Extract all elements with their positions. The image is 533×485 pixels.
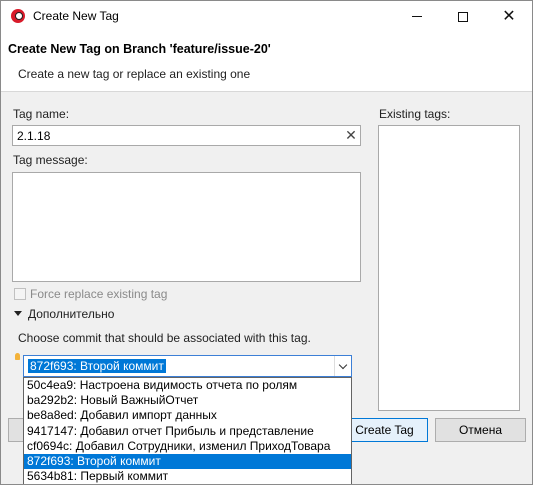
title-bar: Create New Tag ✕ bbox=[1, 1, 532, 32]
triangle-down-icon[interactable] bbox=[14, 311, 22, 316]
maximize-icon bbox=[458, 11, 468, 22]
commit-dropdown-list: 50c4ea9: Настроена видимость отчета по р… bbox=[23, 377, 352, 484]
combo-selected-value: 872f693: Второй коммит bbox=[28, 359, 166, 373]
dropdown-item[interactable]: 5634b81: Первый коммит bbox=[24, 469, 351, 484]
existing-tags-label: Existing tags: bbox=[379, 107, 451, 121]
minimize-button[interactable] bbox=[394, 1, 440, 32]
tag-message-label: Tag message: bbox=[13, 153, 88, 167]
force-replace-label: Force replace existing tag bbox=[30, 287, 168, 301]
maximize-button[interactable] bbox=[440, 1, 486, 32]
clear-icon[interactable]: ✕ bbox=[344, 128, 358, 142]
combo-dropdown-button[interactable] bbox=[334, 356, 351, 376]
create-tag-dialog: Create New Tag ✕ Create New Tag on Branc… bbox=[0, 0, 533, 485]
lightbulb-icon bbox=[15, 353, 20, 360]
force-replace-checkbox[interactable] bbox=[14, 288, 26, 300]
close-icon: ✕ bbox=[502, 7, 516, 25]
dialog-title: Create New Tag on Branch 'feature/issue-… bbox=[8, 42, 271, 56]
tag-name-input[interactable] bbox=[12, 125, 361, 146]
dropdown-item[interactable]: 9417147: Добавил отчет Прибыль и предста… bbox=[24, 424, 351, 439]
commit-combobox[interactable]: 872f693: Второй коммит bbox=[23, 355, 352, 377]
create-tag-button[interactable]: Create Tag bbox=[341, 418, 428, 442]
dropdown-item[interactable]: ba292b2: Новый ВажныйОтчет bbox=[24, 393, 351, 408]
dropdown-item[interactable]: 50c4ea9: Настроена видимость отчета по р… bbox=[24, 378, 351, 393]
tag-name-label: Tag name: bbox=[13, 107, 70, 121]
dialog-description: Create a new tag or replace an existing … bbox=[18, 67, 251, 81]
dropdown-item-selected[interactable]: 872f693: Второй коммит bbox=[24, 453, 351, 470]
advanced-section-label[interactable]: Дополнительно bbox=[28, 307, 114, 321]
minimize-icon bbox=[412, 16, 422, 17]
existing-tags-list[interactable] bbox=[378, 125, 520, 411]
tag-message-textarea[interactable] bbox=[12, 172, 361, 282]
app-icon bbox=[11, 9, 25, 23]
close-button[interactable]: ✕ bbox=[486, 1, 532, 32]
chevron-down-icon bbox=[338, 360, 348, 369]
commit-prompt: Choose commit that should be associated … bbox=[18, 331, 311, 345]
dropdown-item[interactable]: be8a8ed: Добавил импорт данных bbox=[24, 408, 351, 423]
dialog-header: Create New Tag on Branch 'feature/issue-… bbox=[1, 32, 532, 92]
cancel-button[interactable]: Отмена bbox=[435, 418, 526, 442]
dropdown-item[interactable]: cf0694c: Добавил Сотрудники, изменил При… bbox=[24, 439, 351, 454]
window-title: Create New Tag bbox=[33, 9, 119, 23]
